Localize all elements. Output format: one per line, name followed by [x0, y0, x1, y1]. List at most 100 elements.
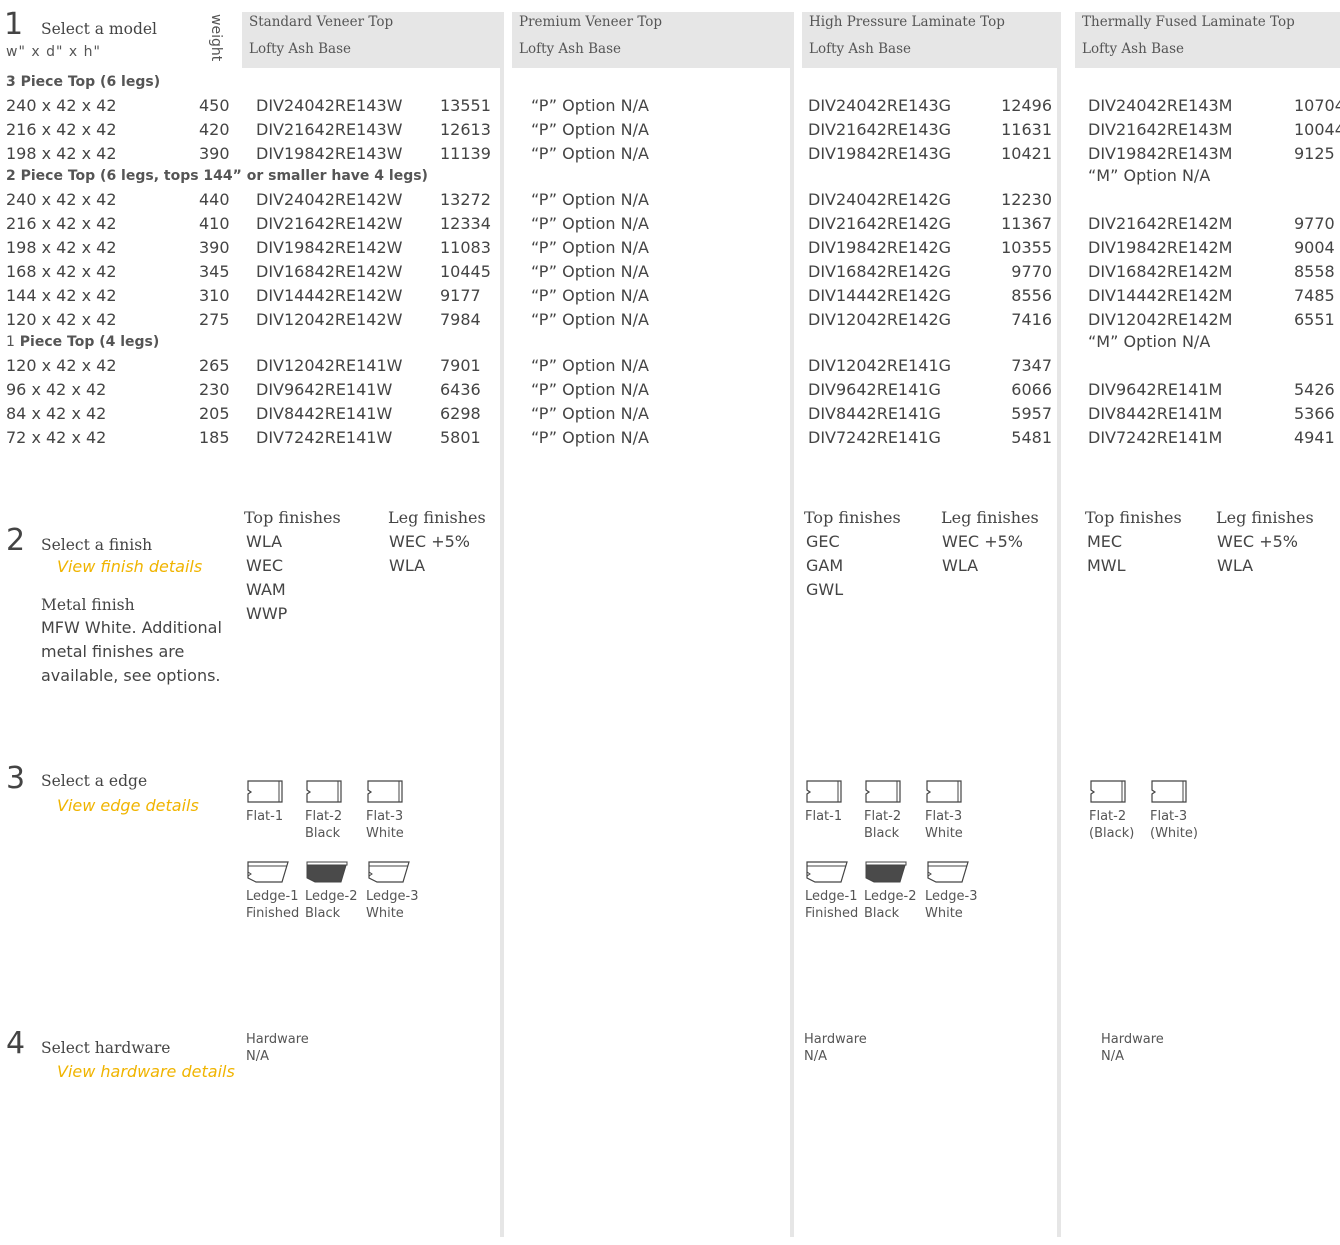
edge-label: Flat-2	[1089, 809, 1127, 824]
top-finish-item: WLA	[246, 532, 283, 551]
section-title-text: 3 Piece Top (6 legs)	[6, 74, 161, 90]
leg-finishes-heading: Leg finishes	[941, 508, 1039, 527]
column-separator	[1057, 12, 1061, 1237]
row-hpl-model: DIV24042RE142G	[808, 190, 952, 209]
edge-sublabel: Black	[864, 906, 900, 921]
flat-edge-icon	[865, 780, 901, 803]
row-premium-note: “P” Option N/A	[531, 144, 649, 163]
row-premium-note: “P” Option N/A	[531, 190, 649, 209]
row-hpl-price: 9770	[1011, 262, 1052, 281]
metal-finish-line: metal finishes are	[41, 642, 185, 661]
hardware-label: Hardware	[246, 1032, 309, 1047]
metal-finish-line: MFW White. Additional	[41, 618, 222, 637]
row-size: 168 x 42 x 42	[6, 262, 117, 281]
edge-sublabel: White	[925, 906, 963, 921]
view-finish-details-link[interactable]: View finish details	[57, 557, 202, 576]
edge-sublabel: Black	[305, 826, 341, 841]
column-header: Thermally Fused Laminate Top Lofty Ash B…	[1075, 12, 1340, 68]
row-weight: 420	[199, 120, 230, 139]
edge-label: Ledge-3	[366, 889, 419, 904]
row-hpl-model: DIV24042RE143G	[808, 96, 952, 115]
row-hpl-price: 12496	[1001, 96, 1052, 115]
row-hpl-model: DIV12042RE141G	[808, 356, 952, 375]
row-tfl-model: DIV21642RE143M	[1088, 120, 1233, 139]
row-tfl-price: 6551	[1294, 310, 1335, 329]
section-title: 3 Piece Top (6 legs)	[6, 72, 160, 92]
row-size: 216 x 42 x 42	[6, 214, 117, 233]
row-tfl-model: DIV19842RE142M	[1088, 238, 1233, 257]
row-hpl-price: 11631	[1001, 120, 1052, 139]
row-size: 216 x 42 x 42	[6, 120, 117, 139]
view-edge-details-link[interactable]: View edge details	[57, 796, 199, 815]
flat-edge-icon	[806, 780, 842, 803]
row-weight: 450	[199, 96, 230, 115]
row-standard-price: 12613	[440, 120, 491, 139]
row-hpl-model: DIV8442RE141G	[808, 404, 941, 423]
row-tfl-model: DIV21642RE142M	[1088, 214, 1233, 233]
row-standard-model: DIV8442RE141W	[256, 404, 393, 423]
edge-label: Ledge-2	[864, 889, 917, 904]
row-standard-price: 11083	[440, 238, 491, 257]
row-hpl-price: 12230	[1001, 190, 1052, 209]
row-tfl-model: DIV19842RE143M	[1088, 144, 1233, 163]
row-tfl-price: 5426	[1294, 380, 1335, 399]
row-weight: 390	[199, 144, 230, 163]
row-standard-price: 5801	[440, 428, 481, 447]
leg-finish-item: WEC +5%	[1217, 532, 1298, 551]
row-weight: 440	[199, 190, 230, 209]
column-header: High Pressure Laminate Top Lofty Ash Bas…	[802, 12, 1057, 68]
row-hpl-price: 11367	[1001, 214, 1052, 233]
row-standard-model: DIV7242RE141W	[256, 428, 393, 447]
row-tfl-price: 9770	[1294, 214, 1335, 233]
leg-finish-item: WEC +5%	[942, 532, 1023, 551]
edge-label: Flat-1	[805, 809, 843, 824]
leg-finish-item: WLA	[389, 556, 426, 575]
row-hpl-model: DIV14442RE142G	[808, 286, 952, 305]
row-hpl-price: 6066	[1011, 380, 1052, 399]
row-tfl-model: DIV8442RE141M	[1088, 404, 1223, 423]
view-hardware-details-link[interactable]: View hardware details	[57, 1062, 235, 1081]
row-standard-model: DIV24042RE142W	[256, 190, 403, 209]
section-title: 1 Piece Top (4 legs)	[6, 332, 159, 352]
flat-edge-icon	[306, 780, 342, 803]
row-premium-note: “P” Option N/A	[531, 286, 649, 305]
row-standard-price: 13272	[440, 190, 491, 209]
edge-label: Flat-2	[305, 809, 343, 824]
tfl-option-note: “M” Option N/A	[1088, 166, 1211, 185]
edge-sublabel: (White)	[1150, 826, 1198, 841]
top-finish-item: MEC	[1087, 532, 1123, 551]
row-weight: 230	[199, 380, 230, 399]
column-separator	[500, 12, 504, 1237]
edge-label: Flat-3	[925, 809, 963, 824]
row-standard-model: DIV19842RE142W	[256, 238, 403, 257]
row-premium-note: “P” Option N/A	[531, 214, 649, 233]
step-3-title: Select a edge	[41, 772, 148, 790]
edge-label: Ledge-3	[925, 889, 978, 904]
hardware-value: N/A	[1101, 1049, 1124, 1064]
column-header-base: Lofty Ash Base	[809, 41, 911, 57]
section-title-text: 2 Piece Top (6 legs, tops 144” or smalle…	[6, 168, 428, 184]
column-separator	[790, 12, 794, 1237]
hardware-label: Hardware	[1101, 1032, 1164, 1047]
row-size: 84 x 42 x 42	[6, 404, 107, 423]
row-tfl-price: 5366	[1294, 404, 1335, 423]
row-hpl-model: DIV19842RE143G	[808, 144, 952, 163]
hardware-value: N/A	[246, 1049, 269, 1064]
step-1-title: Select a model	[41, 20, 158, 38]
top-finishes-heading: Top finishes	[1085, 508, 1182, 527]
leg-finish-item: WLA	[942, 556, 979, 575]
row-premium-note: “P” Option N/A	[531, 238, 649, 257]
step-3-number: 3	[6, 761, 26, 796]
row-size: 96 x 42 x 42	[6, 380, 107, 399]
flat-edge-icon	[926, 780, 962, 803]
edge-sublabel: White	[925, 826, 963, 841]
row-premium-note: “P” Option N/A	[531, 262, 649, 281]
row-hpl-price: 7416	[1011, 310, 1052, 329]
row-standard-price: 9177	[440, 286, 481, 305]
edge-label: Ledge-1	[246, 889, 299, 904]
row-tfl-price: 9004	[1294, 238, 1335, 257]
row-hpl-model: DIV16842RE142G	[808, 262, 952, 281]
row-weight: 275	[199, 310, 230, 329]
top-finish-item: MWL	[1087, 556, 1126, 575]
section-title: 2 Piece Top (6 legs, tops 144” or smalle…	[6, 166, 428, 186]
